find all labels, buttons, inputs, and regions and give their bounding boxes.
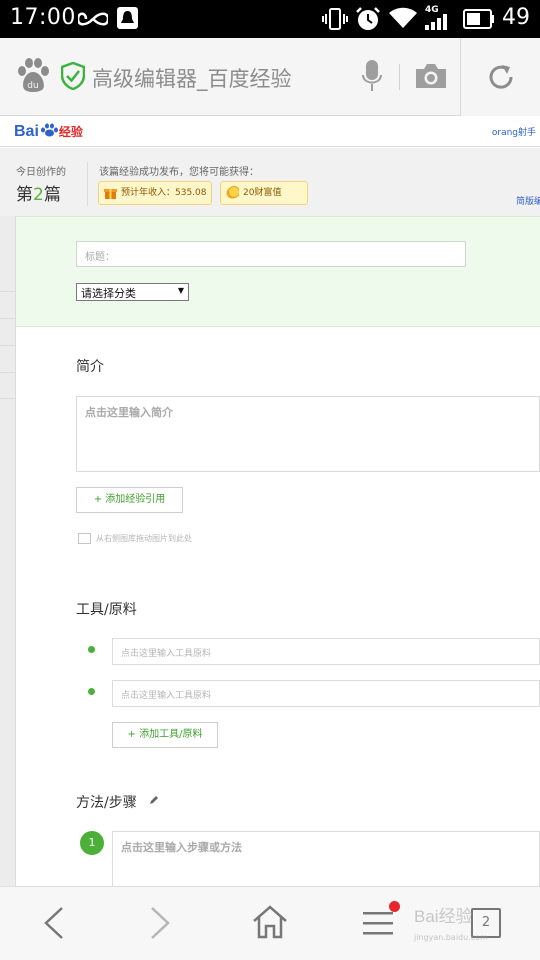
income-text: 预计年收入：535.08 — [121, 188, 207, 198]
strip-divider — [0, 345, 16, 346]
status-time: 17:00 — [10, 5, 76, 30]
dropdown-arrow-icon: ▼ — [177, 286, 184, 295]
notification-dot — [389, 901, 400, 912]
logo-paw-icon — [40, 123, 58, 137]
signal-icon — [425, 14, 447, 30]
logo-text-blue: Bai — [14, 123, 39, 140]
step-number-badge: 1 — [80, 831, 104, 855]
simple-version-link[interactable]: 简版编 — [516, 194, 540, 207]
reload-button[interactable] — [460, 38, 540, 116]
forward-icon[interactable] — [148, 906, 174, 940]
back-icon[interactable] — [40, 906, 66, 940]
title-panel — [16, 216, 540, 327]
home-icon[interactable] — [252, 904, 288, 940]
secure-shield-icon — [61, 62, 85, 90]
user-link[interactable]: orang射手 — [492, 125, 536, 138]
gift-icon — [104, 189, 117, 199]
strip-divider — [0, 318, 16, 319]
strip-divider — [0, 372, 16, 373]
title-input[interactable]: 标题： — [76, 241, 466, 267]
vibrate-icon — [322, 8, 348, 30]
income-badge: 预计年收入：535.08 — [98, 181, 212, 205]
tool-input-2[interactable]: 点击这里输入工具原料 — [112, 680, 540, 707]
divider — [399, 64, 400, 90]
wealth-badge: 20财富值 — [220, 181, 308, 205]
bullet-dot — [88, 646, 95, 653]
camera-icon[interactable] — [414, 62, 448, 90]
pencil-icon[interactable] — [148, 794, 160, 806]
divider — [87, 162, 88, 206]
drag-image-hint: 从右侧图库拖动图片到此处 — [78, 533, 192, 544]
tool-input-1[interactable]: 点击这里输入工具原料 — [112, 638, 540, 665]
intro-heading: 简介 — [76, 359, 104, 375]
notification-bell-icon — [117, 7, 138, 29]
today-suffix: 篇 — [43, 185, 61, 205]
baidu-jingyan-logo[interactable]: Bai 经验 — [14, 123, 83, 141]
stats-band: 今日创作的 第2篇 该篇经验成功发布，您将可能获得： 预计年收入：535.08 … — [0, 148, 540, 216]
category-select[interactable]: 请选择分类 ▼ — [76, 283, 189, 301]
steps-heading: 方法/步骤 — [76, 795, 137, 811]
alarm-icon — [356, 7, 380, 30]
status-bar: 17:00 4G 49 — [0, 0, 540, 38]
infinity-icon — [78, 12, 108, 26]
today-count: 第2篇 — [16, 180, 61, 205]
watermark-sub: jingyan.baidu.com — [414, 933, 488, 942]
add-reference-button[interactable]: + 添加经验引用 — [76, 487, 183, 513]
wifi-icon — [389, 7, 417, 28]
add-tool-button[interactable]: + 添加工具/原料 — [112, 722, 218, 748]
coin-icon — [226, 186, 239, 199]
microphone-icon[interactable] — [361, 59, 383, 93]
today-number: 2 — [33, 185, 44, 205]
strip-divider — [0, 291, 16, 292]
today-prefix: 第 — [16, 185, 33, 205]
tools-heading: 工具/原料 — [76, 602, 137, 618]
intro-textarea[interactable]: 点击这里输入简介 — [76, 396, 540, 472]
logo-text-red: 经验 — [58, 125, 83, 139]
wealth-text: 20财富值 — [243, 188, 282, 198]
left-sidebar-strip — [0, 216, 16, 886]
battery-icon — [463, 9, 494, 29]
image-icon — [78, 533, 91, 544]
site-header: Bai 经验 orang射手 — [0, 117, 540, 147]
menu-icon[interactable] — [362, 908, 394, 938]
svg-text:du: du — [27, 81, 38, 91]
reload-icon — [489, 65, 513, 89]
publish-label: 该篇经验成功发布，您将可能获得： — [99, 167, 259, 178]
step-input[interactable]: 点击这里输入步骤或方法 — [112, 831, 540, 891]
category-selected-value: 请选择分类 — [81, 287, 136, 300]
bullet-dot — [88, 688, 95, 695]
watermark: Bai经验 — [414, 907, 473, 926]
battery-level: 49 — [502, 5, 530, 30]
strip-divider — [0, 398, 16, 399]
today-label: 今日创作的 — [16, 167, 66, 178]
baidu-paw-icon[interactable]: du — [16, 57, 50, 93]
drag-hint-text: 从右侧图库拖动图片到此处 — [96, 534, 192, 543]
page-title[interactable]: 高级编辑器_百度经验 — [92, 63, 292, 93]
browser-address-bar: du 高级编辑器_百度经验 — [0, 38, 540, 116]
